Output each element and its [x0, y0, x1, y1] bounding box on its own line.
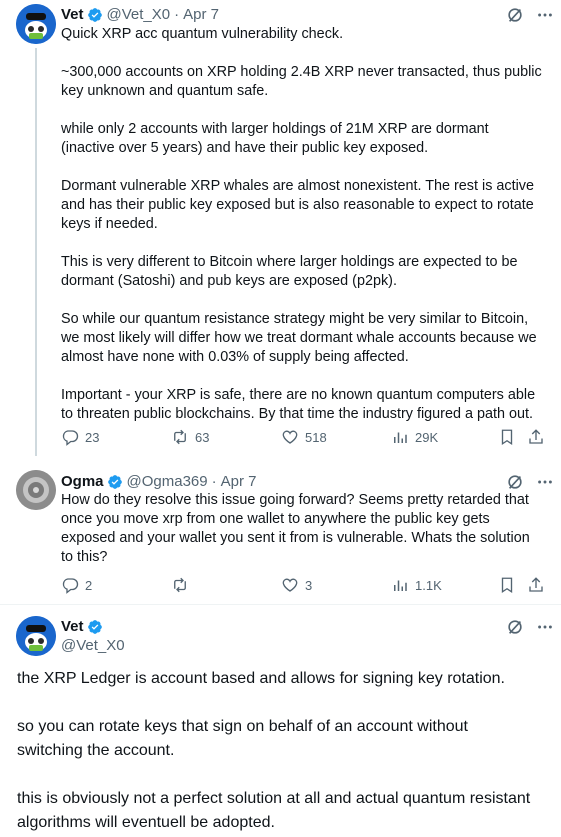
tweet-1-corner-actions [506, 6, 554, 24]
grok-icon[interactable] [506, 618, 524, 636]
author-name[interactable]: Vet [61, 5, 84, 25]
tweet-1-header: Vet @Vet_X0 · Apr 7 [61, 5, 219, 25]
divider [0, 604, 561, 605]
tweet-1-paragraph: while only 2 accounts with larger holdin… [61, 121, 489, 156]
verified-badge-icon [87, 620, 102, 634]
like-button[interactable]: 3 [281, 576, 312, 594]
thread-connector [35, 48, 37, 456]
tweet-3-paragraph: this is obviously not a perfect solution… [17, 790, 531, 831]
like-icon [282, 430, 298, 444]
grok-icon[interactable] [506, 473, 524, 491]
reply-count: 23 [85, 429, 100, 445]
separator-dot: · [211, 473, 217, 490]
tweet-3-paragraph: the XRP Ledger is account based and allo… [17, 670, 505, 687]
views-button[interactable]: 1.1K [391, 576, 442, 594]
reply-button[interactable]: 2 [61, 576, 92, 594]
views-button[interactable]: 29K [391, 428, 438, 446]
repost-icon [174, 577, 186, 593]
author-name[interactable]: Vet [61, 617, 84, 637]
views-count: 29K [415, 429, 439, 445]
tweet-1-paragraph: Important - your XRP is safe, there are … [61, 387, 536, 422]
tweet-3-name-row: Vet [61, 617, 107, 637]
tweet-date[interactable]: Apr 7 [183, 5, 219, 25]
reply-icon [62, 430, 79, 446]
bookmark-button[interactable] [498, 428, 516, 446]
tweet-1-paragraph: Dormant vulnerable XRP whales are almost… [61, 178, 534, 232]
tweet-1-action-bar: 23 63 518 29K [61, 428, 551, 450]
tweet-1-text: Quick XRP acc quantum vulnerability chec… [61, 25, 546, 424]
more-icon[interactable] [536, 618, 554, 636]
repost-icon [174, 429, 186, 445]
author-name[interactable]: Ogma [61, 472, 104, 492]
tweet-1-paragraph: Quick XRP acc quantum vulnerability chec… [61, 26, 344, 42]
verified-badge-icon [87, 8, 102, 22]
tweet-1[interactable]: Vet @Vet_X0 · Apr 7 Quick XRP acc quantu… [0, 0, 561, 456]
tweet-3-text: the XRP Ledger is account based and allo… [17, 667, 537, 835]
avatar-vet[interactable] [16, 4, 56, 44]
tweet-1-paragraph: So while our quantum resistance strategy… [61, 311, 537, 365]
repost-button[interactable] [171, 576, 195, 594]
like-button[interactable]: 518 [281, 428, 327, 446]
separator-dot: · [174, 6, 180, 23]
tweet-2-header: Ogma @Ogma369 · Apr 7 [61, 472, 256, 492]
like-count: 518 [305, 429, 327, 445]
tweet-2-action-bar: 2 3 1.1K [61, 576, 551, 598]
share-button[interactable] [527, 428, 545, 446]
more-icon[interactable] [536, 6, 554, 24]
tweet-3-paragraph: so you can rotate keys that sign on beha… [17, 718, 468, 759]
verified-badge-icon [107, 475, 122, 489]
author-handle[interactable]: @Vet_X0 [61, 636, 125, 656]
avatar-ogma[interactable] [16, 470, 56, 510]
reply-icon [62, 578, 79, 594]
reply-button[interactable]: 23 [61, 428, 99, 446]
tweet-1-paragraph: This is very different to Bitcoin where … [61, 254, 518, 289]
author-handle[interactable]: @Vet_X0 [107, 5, 171, 25]
avatar-vet[interactable] [16, 616, 56, 656]
tweet-3-corner-actions [506, 618, 554, 636]
views-count: 1.1K [415, 577, 442, 593]
tweet-2-paragraph: How do they resolve this issue going for… [61, 492, 530, 565]
share-button[interactable] [527, 576, 545, 594]
views-icon [394, 580, 407, 591]
bookmark-button[interactable] [498, 576, 516, 594]
reply-count: 2 [85, 577, 93, 593]
repost-button[interactable]: 63 [171, 428, 209, 446]
tweet-1-paragraph: ~300,000 accounts on XRP holding 2.4B XR… [61, 64, 542, 99]
tweet-2-corner-actions [506, 473, 554, 491]
tweet-date[interactable]: Apr 7 [221, 472, 257, 492]
like-count: 3 [305, 577, 313, 593]
tweet-3-handle-row: @Vet_X0 [61, 636, 125, 656]
share-icon [529, 577, 543, 592]
more-icon[interactable] [536, 473, 554, 491]
tweet-2[interactable]: Ogma @Ogma369 · Apr 7 How do they resolv… [0, 462, 561, 602]
views-icon [394, 432, 407, 443]
bookmark-icon [501, 429, 513, 446]
author-handle[interactable]: @Ogma369 [127, 472, 208, 492]
repost-count: 63 [195, 429, 210, 445]
grok-icon[interactable] [506, 6, 524, 24]
tweet-3[interactable]: Vet @Vet_X0 the XRP Ledger is account ba… [0, 608, 561, 837]
tweet-2-text: How do they resolve this issue going for… [61, 491, 541, 567]
share-icon [529, 429, 543, 444]
bookmark-icon [501, 577, 513, 594]
like-icon [282, 578, 298, 592]
